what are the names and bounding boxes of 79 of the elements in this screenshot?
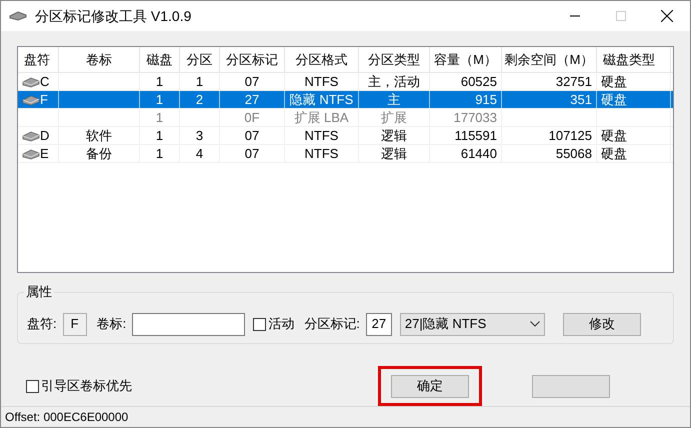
table-cell-text: 07: [244, 72, 260, 91]
table-cell-text: 4: [196, 144, 204, 163]
table-cell-text: 1: [156, 126, 164, 145]
table-cell-text: 扩展 LBA: [294, 108, 349, 127]
table-cell-text: 主: [388, 90, 400, 109]
table-cell-text: D: [40, 126, 50, 145]
volume-label: 卷标:: [96, 315, 126, 334]
table-cell-text: NTFS: [304, 144, 338, 163]
table-cell-text: 备份: [86, 144, 112, 163]
table-cell-text: 隐藏 NTFS: [290, 90, 354, 109]
table-cell-text: 1: [156, 108, 164, 127]
table-cell-text: 逻辑: [381, 126, 407, 145]
table-cell-text: 115591: [454, 126, 497, 145]
checkbox[interactable]: [253, 318, 266, 330]
table-row[interactable]: F 1 2 27 隐藏 NTFS 主 915 351 硬盘: [18, 91, 673, 109]
table-cell-text: 351: [570, 90, 592, 109]
table-cell-text: 61440: [460, 144, 497, 163]
checkbox-label: 引导区卷标优先: [41, 377, 132, 396]
column-header[interactable]: 分区类型: [359, 47, 430, 72]
drive-icon: [22, 130, 40, 142]
drive-icon: [22, 148, 40, 160]
table-cell-text: 60525: [460, 72, 497, 91]
table-cell-text: 177033: [454, 108, 497, 127]
table-cell-text: 915: [475, 90, 497, 109]
table-row[interactable]: D 软件 1 3 07 NTFS 逻辑 115591 107125 硬盘: [18, 127, 673, 145]
close-icon: [661, 10, 673, 22]
column-header[interactable]: 分区格式: [285, 47, 359, 72]
modify-button[interactable]: 修改: [562, 312, 641, 336]
ok-button[interactable]: 确定: [391, 374, 469, 398]
table-cell-text: 硬盘: [601, 126, 627, 145]
table-cell-text: 软件: [86, 126, 112, 145]
table-cell-text: 55068: [556, 144, 592, 163]
table-cell-text: NTFS: [304, 126, 338, 145]
volume-field[interactable]: [132, 312, 246, 336]
table-cell-text: 2: [196, 90, 204, 109]
table-cell-text: 主，活动: [368, 72, 420, 91]
table-cell-text: 07: [244, 126, 260, 145]
column-header[interactable]: 磁盘: [140, 47, 180, 72]
column-header[interactable]: 分区标记: [220, 47, 285, 72]
column-header[interactable]: 卷标: [59, 47, 140, 72]
chevron-down-icon: [530, 321, 540, 327]
maximize-icon: [616, 11, 626, 21]
column-header[interactable]: 磁盘类型: [597, 47, 671, 72]
drive-field[interactable]: F: [62, 312, 87, 336]
table-cell-text: 107125: [548, 126, 592, 145]
drive-label: 盘符:: [27, 315, 57, 334]
table-cell-text: 0F: [244, 108, 260, 127]
flag-field[interactable]: 27: [366, 312, 392, 336]
table-cell-text: NTFS: [304, 72, 338, 91]
status-text: Offset: 000EC6E00000: [5, 409, 128, 426]
flag-label: 分区标记:: [304, 315, 360, 334]
table-cell-text: E: [40, 144, 49, 163]
column-header[interactable]: 容量（M）: [430, 47, 502, 72]
table-row[interactable]: E 备份 1 4 07 NTFS 逻辑 61440 55068 硬盘: [18, 145, 673, 163]
table-cell-text: 硬盘: [601, 90, 627, 109]
table-cell-text: 1: [156, 144, 164, 163]
table-cell-text: 1: [156, 72, 164, 91]
window-title: 分区标记修改工具 V1.0.9: [35, 6, 192, 26]
table-row[interactable]: 1 0F 扩展 LBA 扩展 177033: [18, 109, 673, 127]
column-header[interactable]: 剩余空间（M）: [502, 47, 597, 72]
drive-icon: [22, 76, 40, 88]
checkbox[interactable]: [26, 380, 39, 392]
table-cell-text: 07: [244, 144, 260, 163]
table-cell-text: F: [40, 90, 48, 109]
checkbox-label: 活动: [268, 315, 294, 334]
drive-icon: [22, 94, 40, 106]
table-cell-text: 27: [244, 90, 260, 109]
table-cell-text: 32751: [556, 72, 592, 91]
table-cell-text: 扩展: [381, 108, 407, 127]
table-cell-text: 硬盘: [601, 72, 627, 91]
table-cell-text: C: [40, 72, 50, 91]
table-cell-text: 1: [196, 72, 204, 91]
table-cell-text: 逻辑: [381, 144, 407, 163]
table-cell-text: 硬盘: [601, 144, 627, 163]
table-cell-text: 1: [156, 90, 164, 109]
table-cell-text: 3: [196, 126, 204, 145]
column-header[interactable]: 分区: [180, 47, 220, 72]
column-header[interactable]: 盘符: [18, 47, 59, 72]
flag-dropdown[interactable]: 27|隐藏 NTFS: [400, 312, 545, 336]
